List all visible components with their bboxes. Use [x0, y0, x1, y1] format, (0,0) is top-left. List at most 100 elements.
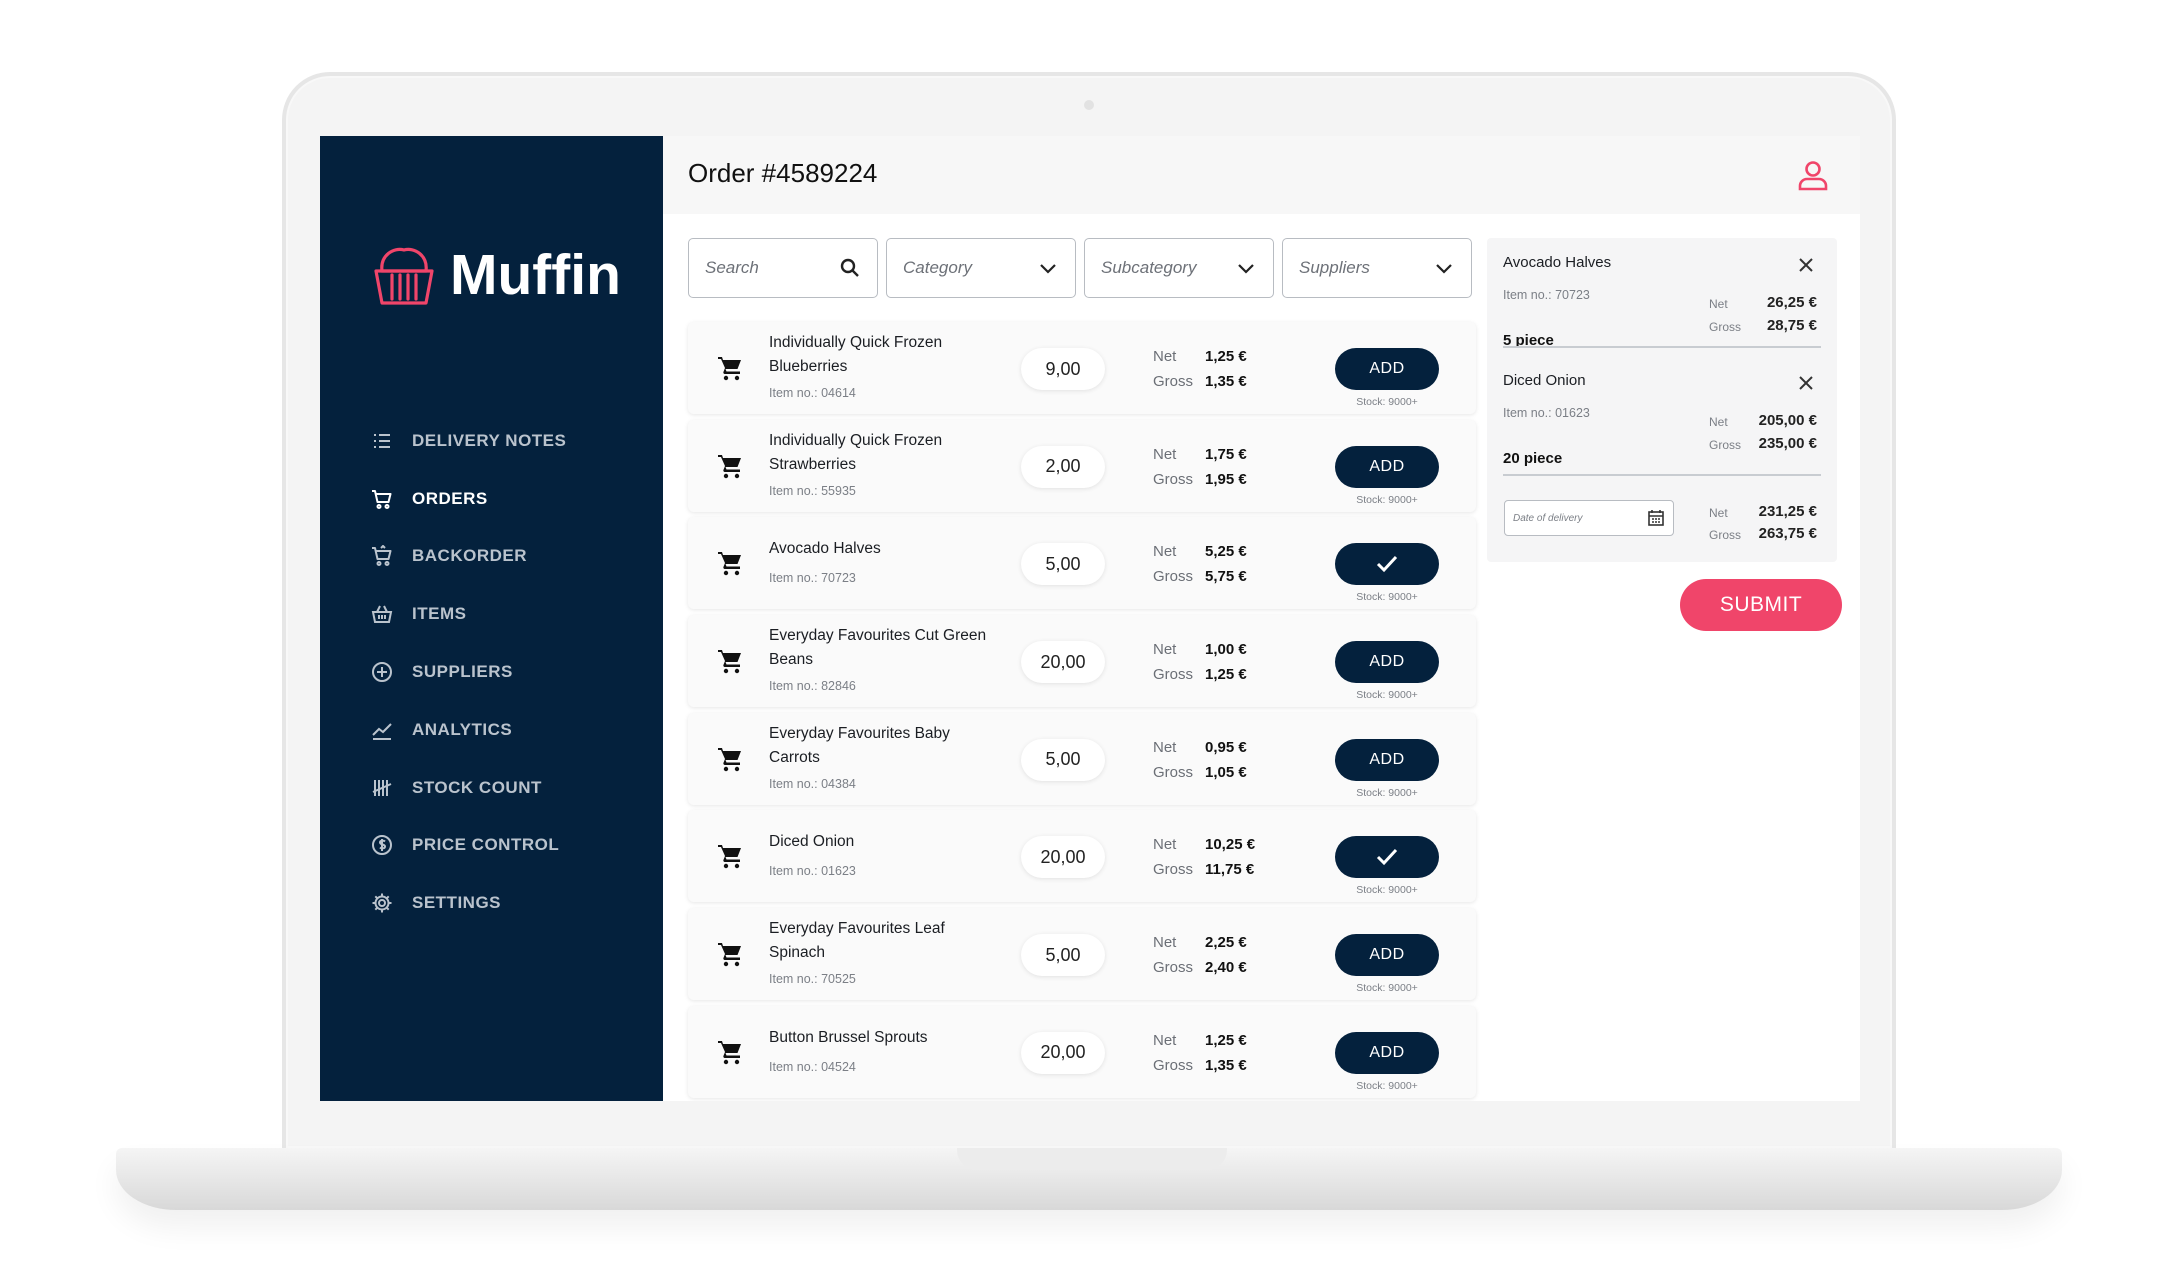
- product-name: Individually Quick Frozen Blueberries: [769, 334, 943, 375]
- subcategory-select[interactable]: Subcategory: [1084, 238, 1274, 298]
- sidebar-item-delivery-notes[interactable]: DELIVERY NOTES: [370, 412, 566, 470]
- added-button[interactable]: [1335, 543, 1439, 586]
- user-icon[interactable]: [1796, 158, 1830, 192]
- product-row: Everyday Favourites Cut Green Beans Item …: [688, 615, 1476, 708]
- quantity-input[interactable]: 20,00: [1021, 1031, 1105, 1074]
- stock-level: Stock: 9000+: [1356, 1079, 1418, 1092]
- quantity-input[interactable]: 5,00: [1021, 934, 1105, 977]
- close-icon[interactable]: [1797, 256, 1815, 274]
- product-name: Everyday Favourites Cut Green Beans: [769, 627, 987, 669]
- net-label: Net: [1153, 641, 1177, 659]
- gross-label: Gross: [1153, 861, 1194, 879]
- add-button[interactable]: ADD: [1335, 445, 1439, 488]
- sidebar-item-orders[interactable]: ORDERS: [370, 470, 566, 528]
- added-button[interactable]: [1335, 836, 1439, 879]
- price-labels: Net Gross: [1153, 637, 1193, 687]
- summary-divider: [1503, 474, 1821, 476]
- price-values: 1,25 € 1,35 €: [1205, 344, 1247, 394]
- net-price: 1,25 €: [1205, 348, 1247, 365]
- net-price: 1,00 €: [1205, 641, 1247, 659]
- stock-level: Stock: 9000+: [1356, 689, 1418, 702]
- price-values: 1,75 € 1,95 €: [1205, 442, 1247, 492]
- gross-label: Gross: [1153, 373, 1194, 390]
- summary-net-value: 26,25 €: [1766, 294, 1817, 311]
- gross-price: 1,05 €: [1205, 763, 1247, 781]
- sidebar-item-price-control[interactable]: PRICE CONTROL: [370, 817, 566, 875]
- sidebar-item-label: SETTINGS: [412, 893, 502, 913]
- net-price: 1,75 €: [1205, 445, 1247, 463]
- cart-icon: [718, 552, 741, 576]
- plus-circle-icon: [370, 660, 394, 684]
- gross-price: 1,25 €: [1205, 666, 1247, 684]
- quantity-input[interactable]: 9,00: [1021, 348, 1105, 390]
- close-icon[interactable]: [1797, 374, 1815, 392]
- sidebar-item-items[interactable]: ITEMS: [370, 585, 566, 643]
- sidebar-item-analytics[interactable]: ANALYTICS: [370, 701, 566, 759]
- summary-gross-label: Gross: [1709, 438, 1742, 452]
- quantity-input[interactable]: 20,00: [1021, 641, 1105, 684]
- sidebar-item-settings[interactable]: SETTINGS: [370, 874, 566, 932]
- sidebar-item-stock-count[interactable]: STOCK COUNT: [370, 759, 566, 817]
- quantity-input[interactable]: 2,00: [1021, 445, 1105, 488]
- sidebar-item-backorder[interactable]: BACKORDER: [370, 528, 566, 586]
- add-button[interactable]: ADD: [1335, 934, 1439, 977]
- gross-price: 5,75 €: [1205, 568, 1247, 586]
- calendar-icon: [1648, 510, 1664, 526]
- product-row: Diced Onion Item no.: 01623 20,00 Net Gross 1…: [688, 810, 1476, 903]
- net-label: Net: [1153, 1031, 1177, 1049]
- summary-item-qty: 20 piece: [1503, 450, 1563, 467]
- chevron-down-icon: [1436, 264, 1452, 274]
- gross-label: Gross: [1153, 568, 1194, 586]
- price-labels: Net Gross: [1153, 1028, 1193, 1078]
- add-button[interactable]: ADD: [1335, 738, 1439, 781]
- product-row: Individually Quick Frozen Strawberries It…: [688, 419, 1476, 512]
- quantity-input[interactable]: 5,00: [1021, 543, 1105, 586]
- add-button[interactable]: ADD: [1335, 641, 1439, 684]
- app-logo[interactable]: Muffin: [370, 241, 621, 309]
- stock-level: Stock: 9000+: [1356, 786, 1418, 799]
- cart-icon: [718, 747, 741, 771]
- gross-label: Gross: [1153, 666, 1194, 684]
- product-row: Button Brussel Sprouts Item no.: 04524 20,…: [688, 1005, 1476, 1098]
- quantity-input[interactable]: 20,00: [1021, 836, 1105, 879]
- delivery-date-placeholder: Date of delivery: [1513, 512, 1583, 524]
- chart-line-icon: [370, 718, 394, 742]
- net-price: 1,25 €: [1205, 1031, 1247, 1049]
- gross-label: Gross: [1153, 763, 1194, 781]
- product-name: Button Brussel Sprouts: [769, 1028, 928, 1046]
- price-labels: Net Gross: [1153, 344, 1193, 394]
- add-button[interactable]: ADD: [1335, 1031, 1439, 1074]
- product-row: Avocado Halves Item no.: 70723 5,00 Net Gros…: [688, 517, 1476, 610]
- suppliers-select[interactable]: Suppliers: [1282, 238, 1472, 298]
- app-name: Muffin: [450, 243, 621, 307]
- submit-button[interactable]: SUBMIT: [1680, 579, 1842, 631]
- product-name: Diced Onion: [769, 833, 855, 851]
- search-input[interactable]: Search: [688, 238, 878, 298]
- check-icon: [1376, 849, 1398, 866]
- summary-gross-value: 28,75 €: [1766, 317, 1817, 334]
- muffin-logo-icon: [374, 247, 434, 305]
- laptop-notch: [957, 1148, 1227, 1170]
- gross-price: 11,75 €: [1205, 861, 1255, 879]
- list-icon: [370, 429, 394, 453]
- gross-price: 1,35 €: [1205, 373, 1247, 390]
- sidebar-item-suppliers[interactable]: SUPPLIERS: [370, 643, 566, 701]
- add-button[interactable]: ADD: [1335, 348, 1439, 390]
- product-item-number: Item no.: 70723: [769, 571, 856, 586]
- quantity-input[interactable]: 5,00: [1021, 738, 1105, 781]
- price-labels: Net Gross: [1153, 832, 1193, 882]
- product-name: Everyday Favourites Baby Carrots: [769, 724, 950, 766]
- sidebar-nav: DELIVERY NOTES ORDERS BACKORDER ITEMS SU…: [370, 412, 566, 932]
- product-name: Individually Quick Frozen Strawberries: [769, 431, 943, 473]
- product-name: Avocado Halves: [769, 540, 881, 558]
- cart-icon: [718, 650, 741, 674]
- gross-label: Gross: [1153, 1056, 1194, 1074]
- order-summary: Avocado Halves Item no.: 70723 Net 26,25…: [1487, 238, 1837, 562]
- gross-label: Gross: [1153, 470, 1194, 488]
- delivery-date-input[interactable]: Date of delivery: [1504, 500, 1674, 536]
- net-price: 2,25 €: [1205, 934, 1247, 952]
- gross-price: 1,35 €: [1205, 1056, 1247, 1074]
- product-item-number: Item no.: 55935: [769, 483, 856, 498]
- category-select[interactable]: Category: [886, 238, 1076, 298]
- sidebar-item-label: SUPPLIERS: [412, 662, 513, 682]
